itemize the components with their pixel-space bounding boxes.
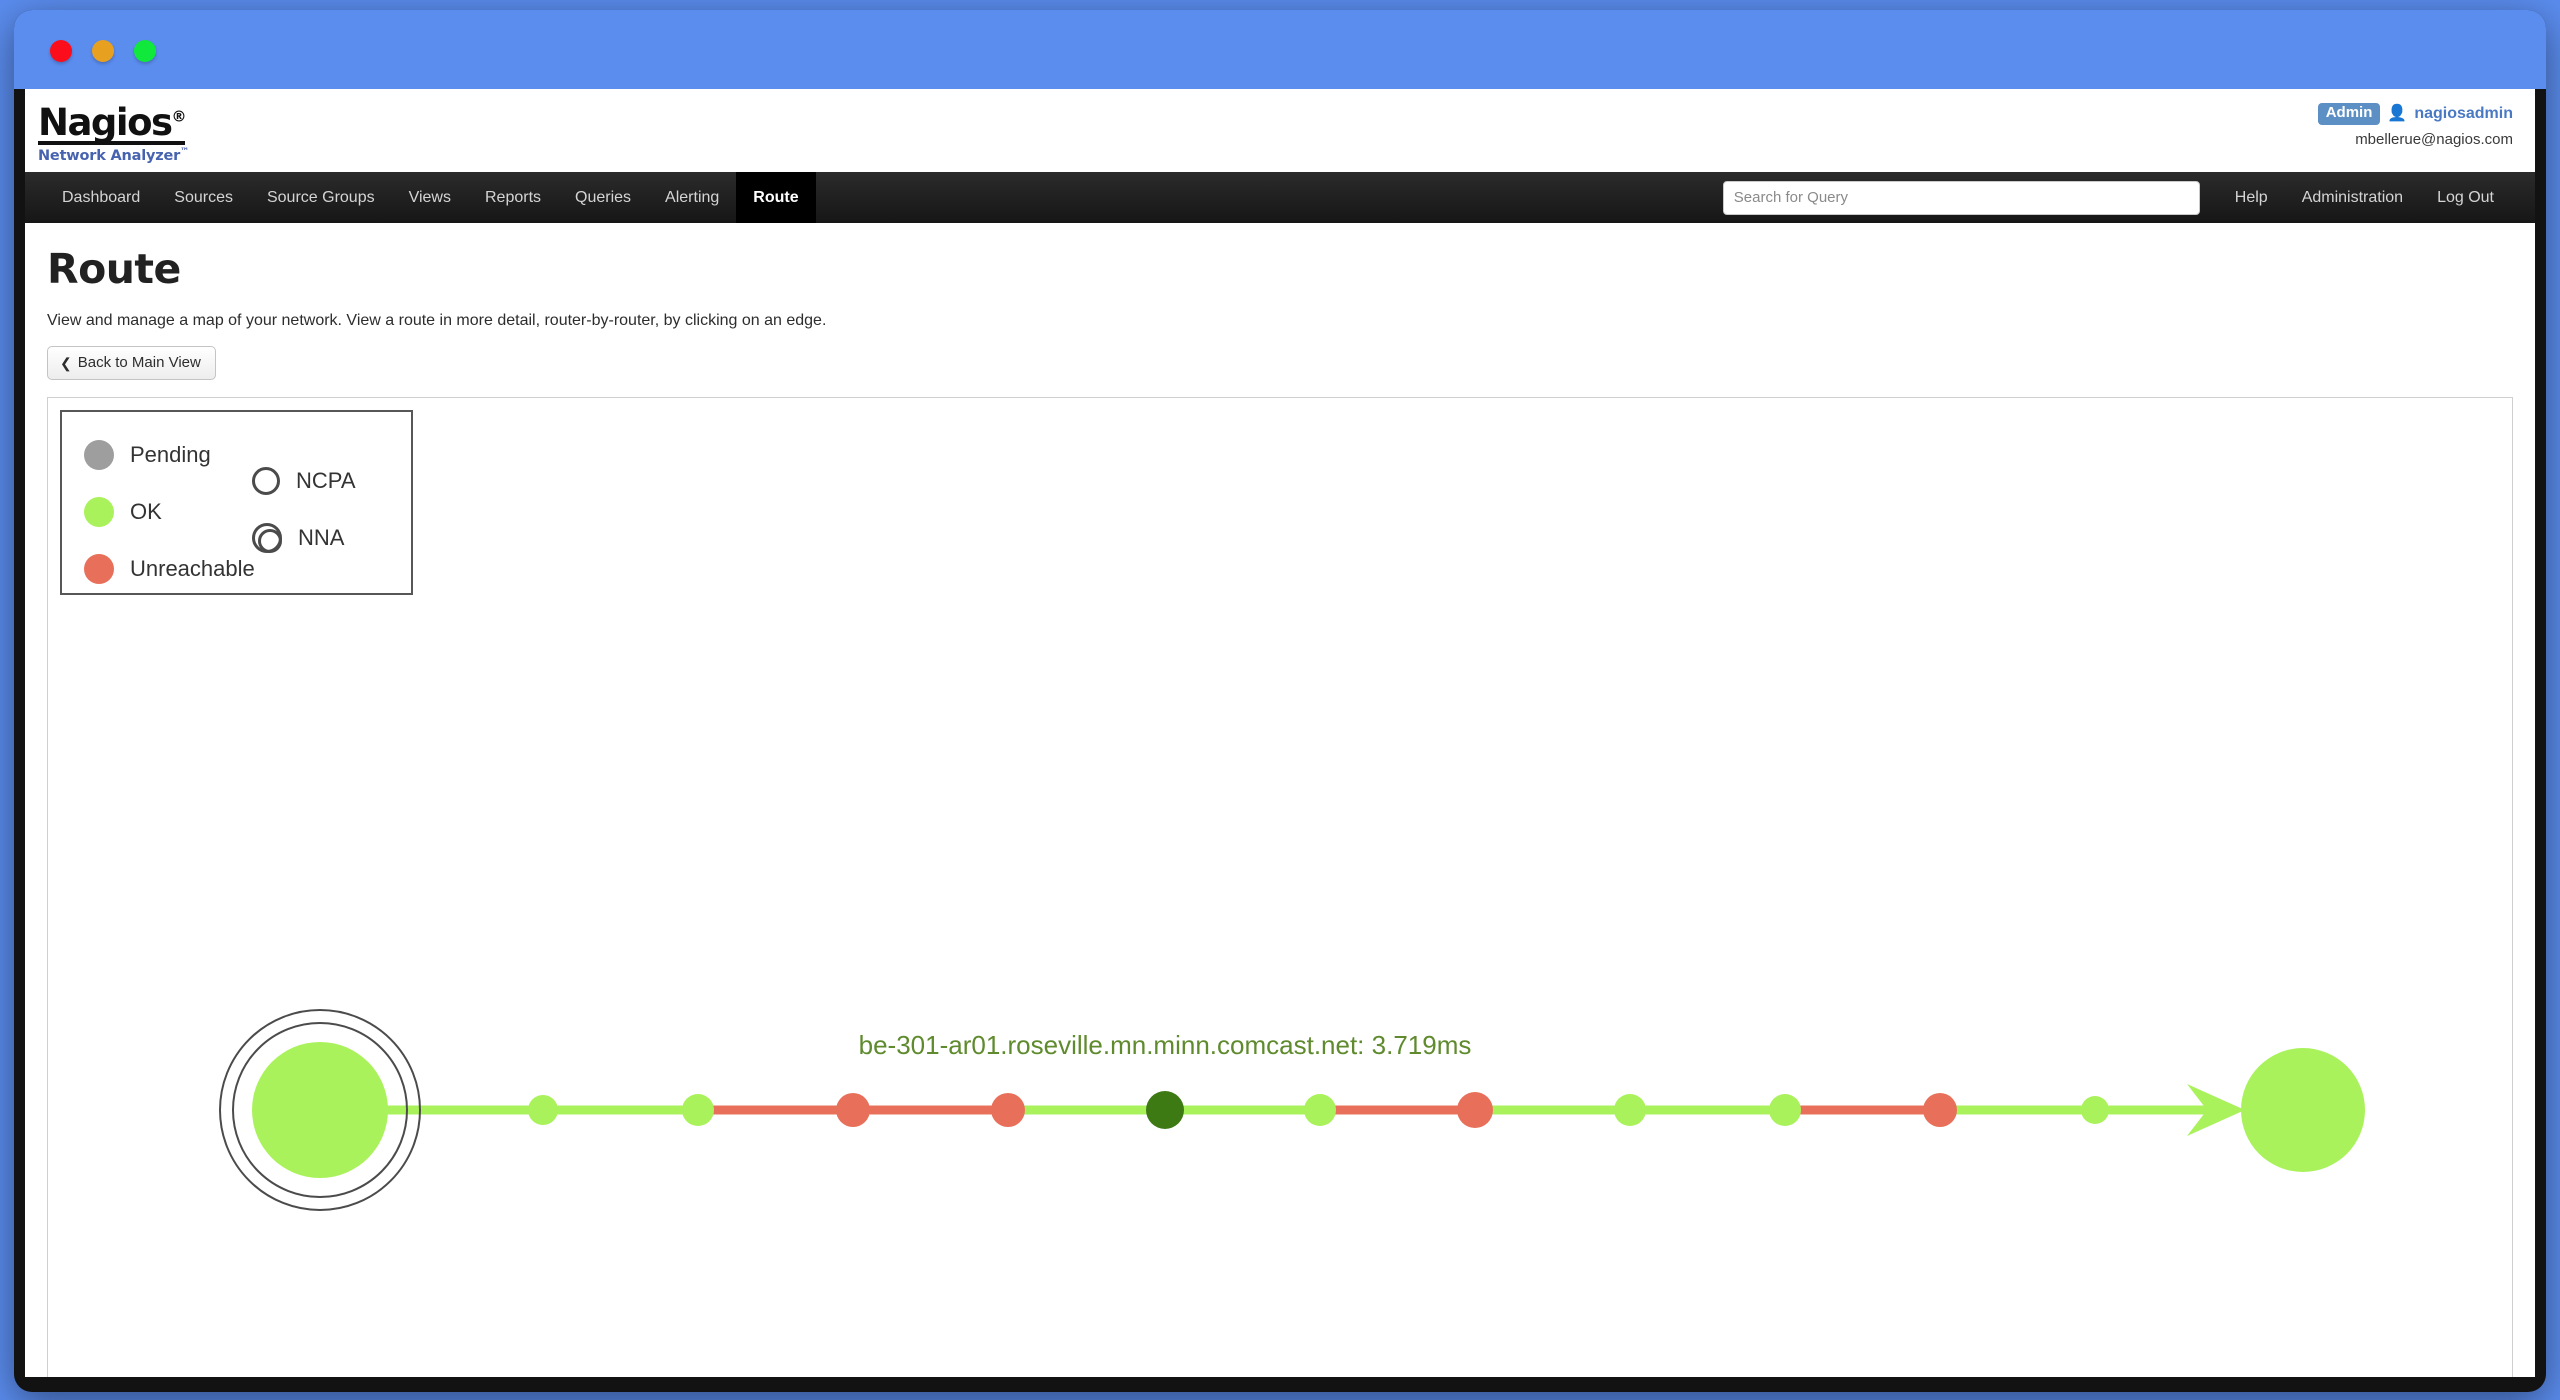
nav-link-help[interactable]: Help: [2218, 189, 2285, 207]
nav-item-views[interactable]: Views: [392, 172, 468, 223]
nav-item-queries[interactable]: Queries: [558, 172, 648, 223]
source-node[interactable]: [252, 1042, 388, 1178]
back-to-main-view-button[interactable]: ❮ Back to Main View: [47, 346, 216, 380]
trademark-mark-icon: ™: [180, 147, 189, 157]
nav-item-sources[interactable]: Sources: [157, 172, 250, 223]
nav-link-logout[interactable]: Log Out: [2420, 189, 2511, 207]
user-icon: 👤: [2387, 105, 2408, 122]
route-hop-node[interactable]: [2081, 1096, 2109, 1124]
route-hop-node[interactable]: [1304, 1094, 1336, 1126]
route-hop-node[interactable]: [836, 1093, 870, 1127]
nav-link-administration[interactable]: Administration: [2285, 189, 2420, 207]
user-info: Admin 👤 nagiosadmin mbellerue@nagios.com: [2317, 103, 2513, 148]
window-titlebar: [14, 10, 2546, 89]
zoom-window-button[interactable]: [134, 40, 156, 62]
page-description: View and manage a map of your network. V…: [47, 312, 827, 329]
route-hop-node[interactable]: [991, 1093, 1025, 1127]
browser-window: Nagios® Network Analyzer™ Admin 👤 nagios…: [14, 10, 2546, 1392]
desktop-background: Nagios® Network Analyzer™ Admin 👤 nagios…: [0, 0, 2560, 1400]
nav-item-route[interactable]: Route: [736, 172, 816, 223]
minimize-window-button[interactable]: [92, 40, 114, 62]
user-email: mbellerue@nagios.com: [2355, 131, 2513, 148]
nav-item-source-groups[interactable]: Source Groups: [250, 172, 392, 223]
logo-wordmark: Nagios®: [38, 101, 187, 145]
back-button-label: Back to Main View: [77, 354, 201, 371]
nav-items: Dashboard Sources Source Groups Views Re…: [25, 172, 816, 223]
chevron-left-icon: ❮: [60, 354, 72, 371]
page-title: Route: [47, 245, 181, 293]
nagios-logo[interactable]: Nagios® Network Analyzer™: [38, 104, 189, 163]
main-navbar: Dashboard Sources Source Groups Views Re…: [25, 172, 2535, 223]
route-graph[interactable]: be-301-ar01.roseville.mn.minn.comcast.ne…: [48, 398, 2512, 1377]
registered-mark-icon: ®: [171, 107, 187, 126]
admin-badge: Admin: [2317, 103, 2381, 125]
route-hop-node[interactable]: [1457, 1092, 1493, 1128]
page-content: Nagios® Network Analyzer™ Admin 👤 nagios…: [25, 89, 2535, 1377]
window-controls[interactable]: [50, 40, 156, 62]
route-hop-node[interactable]: [528, 1095, 558, 1125]
app-header: Nagios® Network Analyzer™ Admin 👤 nagios…: [25, 89, 2535, 172]
route-hop-node[interactable]: [1769, 1094, 1801, 1126]
destination-node[interactable]: [2241, 1048, 2365, 1172]
close-window-button[interactable]: [50, 40, 72, 62]
route-hop-node[interactable]: [1614, 1094, 1646, 1126]
page-body: Route View and manage a map of your netw…: [25, 245, 2535, 1377]
nav-item-reports[interactable]: Reports: [468, 172, 558, 223]
nav-right: Help Administration Log Out: [1722, 172, 2535, 223]
nav-item-dashboard[interactable]: Dashboard: [45, 172, 157, 223]
route-map-canvas[interactable]: Pending OK Unreachable NCPA NNA be-301-a…: [47, 397, 2513, 1377]
edge-label: be-301-ar01.roseville.mn.minn.comcast.ne…: [859, 1030, 1472, 1060]
route-hop-node[interactable]: [682, 1094, 714, 1126]
nav-item-alerting[interactable]: Alerting: [648, 172, 736, 223]
route-hop-node[interactable]: [1146, 1091, 1184, 1129]
route-hop-node[interactable]: [1923, 1093, 1957, 1127]
username-link[interactable]: nagiosadmin: [2414, 105, 2513, 123]
logo-subtitle: Network Analyzer™: [38, 147, 189, 164]
search-input[interactable]: [1722, 180, 2200, 215]
